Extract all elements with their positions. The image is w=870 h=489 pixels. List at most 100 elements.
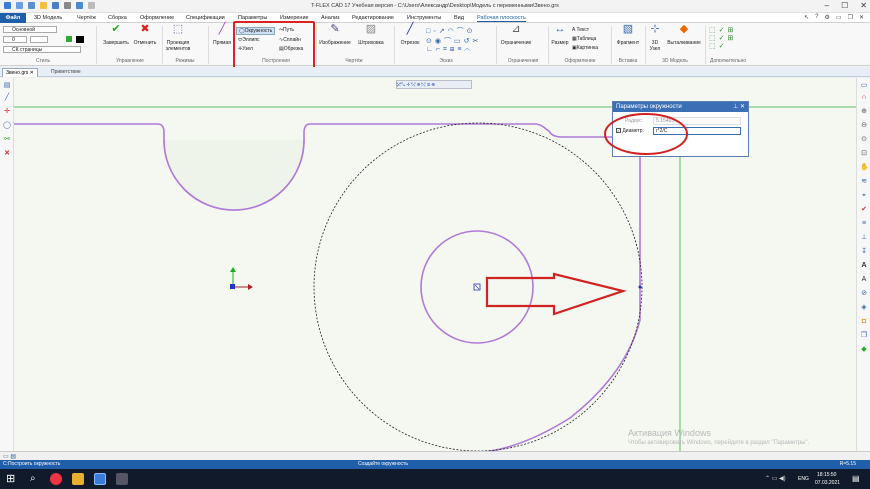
layer-value: Основной bbox=[12, 27, 35, 33]
close-doc-icon[interactable]: ✕ bbox=[859, 14, 864, 21]
sketch-tools-row1[interactable]: □◦↗◠⌒⊙ bbox=[426, 26, 476, 36]
menu-work-plane[interactable]: Рабочая плоскость bbox=[477, 15, 526, 22]
layer-select[interactable]: Основной bbox=[3, 26, 57, 33]
level-select[interactable]: 0 bbox=[3, 36, 27, 43]
menu-editing[interactable]: Редактирование bbox=[352, 15, 394, 21]
minimize-icon[interactable]: – bbox=[825, 1, 829, 10]
menu-assembly[interactable]: Сборка bbox=[108, 15, 127, 21]
extrude-button[interactable]: ◆ Выталкивание bbox=[664, 23, 704, 47]
snap-toolbar[interactable]: ⤱⤡ ✛ ⤲ ⊕ ⤲ ⊗ ⊕ bbox=[396, 80, 472, 89]
panel-icon[interactable]: ▭ bbox=[860, 82, 868, 90]
menu-analysis[interactable]: Анализ bbox=[321, 15, 340, 21]
node3d-icon: ⊹ bbox=[650, 23, 660, 35]
paint-icon[interactable]: ◘ bbox=[860, 318, 868, 326]
finish-button[interactable]: ✔ Завершить bbox=[101, 24, 131, 47]
text-tool-icon[interactable]: A bbox=[860, 262, 868, 270]
explorer-icon[interactable] bbox=[72, 473, 84, 485]
circle-tool-icon[interactable]: ◯ bbox=[3, 122, 11, 130]
y-axis-arrow-icon bbox=[230, 267, 236, 272]
fragment-button[interactable]: ▧ Фрагмент bbox=[613, 24, 643, 47]
menu-tools[interactable]: Инструменты bbox=[407, 15, 441, 21]
sketch-tools-row2[interactable]: ⊙◉⌒▭↺✂ bbox=[426, 36, 481, 46]
chrome-icon[interactable] bbox=[50, 473, 62, 485]
hatch-button[interactable]: ▨ Штриховка bbox=[354, 24, 388, 47]
maximize-icon[interactable]: ☐ bbox=[841, 1, 848, 10]
menu-specifications[interactable]: Спецификации bbox=[186, 15, 225, 21]
layers-icon[interactable]: ◈ bbox=[860, 304, 868, 312]
extrude-icon: ◆ bbox=[679, 23, 689, 35]
node3d-button[interactable]: ⊹ 3D Узел bbox=[646, 23, 664, 53]
filter-icon[interactable]: ≋ bbox=[860, 178, 868, 186]
color-icon[interactable] bbox=[66, 36, 72, 42]
segment-icon: ╱ bbox=[406, 23, 414, 35]
line-label: Прямая bbox=[213, 40, 231, 46]
hatch-tool-icon[interactable]: ⊘ bbox=[860, 290, 868, 298]
search-icon[interactable]: ⌕ bbox=[30, 473, 42, 485]
settings-icon[interactable]: ⚙ bbox=[825, 14, 830, 21]
projection-button[interactable]: ⬚ Проекция элементов bbox=[163, 24, 193, 53]
lang-indicator[interactable]: ENG bbox=[798, 476, 809, 482]
restore-icon[interactable]: ❐ bbox=[848, 14, 853, 21]
font-icon[interactable]: A bbox=[860, 276, 868, 284]
equal-icon[interactable]: ≡ bbox=[860, 220, 868, 228]
segment-button[interactable]: ╱ Отрезок bbox=[397, 23, 423, 47]
tflex-taskbar-icon[interactable] bbox=[94, 473, 106, 485]
cancel-tool-icon[interactable]: ✕ bbox=[3, 150, 11, 158]
magnet-icon[interactable]: ∩ bbox=[860, 94, 868, 102]
clock-time[interactable]: 18:15:50 bbox=[817, 472, 836, 478]
cs-select[interactable]: СК страницы bbox=[3, 46, 81, 53]
connect-tool-icon[interactable]: ⚯ bbox=[3, 136, 11, 144]
image-button[interactable]: ✎ Изображение bbox=[318, 24, 352, 47]
zoom-out-icon[interactable]: ⊖ bbox=[860, 122, 868, 130]
size-button[interactable]: ↔ Размер bbox=[550, 24, 570, 47]
picture-button[interactable]: ▣Картинка bbox=[572, 45, 598, 51]
segment-label: Отрезок bbox=[400, 40, 420, 46]
linetype-select[interactable] bbox=[30, 36, 48, 43]
constraint-button[interactable]: ⊿ Ограничение bbox=[498, 24, 534, 47]
notifications-icon[interactable]: ▤ bbox=[852, 474, 860, 483]
tab-document[interactable]: Звено.grs ✕ bbox=[2, 68, 38, 77]
color-picker[interactable] bbox=[76, 36, 84, 43]
model-icon[interactable]: ◆ bbox=[860, 346, 868, 354]
minimize-ribbon-icon[interactable]: ▭ bbox=[836, 14, 842, 21]
close-icon[interactable]: ✕ bbox=[860, 1, 867, 10]
menu-view[interactable]: Вид bbox=[454, 15, 464, 21]
pan-icon[interactable]: ✋ bbox=[860, 164, 869, 172]
finish-label: Завершить bbox=[103, 40, 129, 46]
pin-icon[interactable]: ⊥ ✕ bbox=[733, 102, 745, 112]
zoom-window-icon[interactable]: ⊡ bbox=[860, 150, 868, 158]
origin-icon bbox=[230, 284, 235, 289]
menu-drawing[interactable]: Чертёж bbox=[77, 15, 96, 21]
menu-3d-model[interactable]: 3D Модель bbox=[34, 15, 62, 21]
copy-icon[interactable]: ❐ bbox=[860, 332, 868, 340]
sketch-tools-row3[interactable]: ∟⌐⌗⊞≡⌒ bbox=[426, 46, 473, 54]
zoom-in-icon[interactable]: ⊕ bbox=[860, 108, 868, 116]
select-icon[interactable]: ⌖ bbox=[860, 192, 868, 200]
help-icon[interactable]: ? bbox=[815, 14, 818, 21]
line-tool-icon[interactable]: ╱ bbox=[3, 94, 11, 102]
menu-design[interactable]: Оформление bbox=[140, 15, 174, 21]
table-button[interactable]: ▦Таблица bbox=[572, 36, 596, 42]
check-tool-icon[interactable]: ✔ bbox=[860, 206, 868, 214]
close-tab-icon[interactable]: ✕ bbox=[30, 70, 34, 76]
measure-icon[interactable]: ↧ bbox=[860, 248, 868, 256]
tab-welcome[interactable]: Приветствие bbox=[48, 68, 84, 77]
app-taskbar-icon[interactable] bbox=[116, 473, 128, 485]
arrow-icon[interactable]: ↖ bbox=[804, 14, 809, 21]
tray-icons[interactable]: ⌃ ▭ ◀) bbox=[765, 475, 786, 482]
extra-tools[interactable]: ⬚✓⊞ ⬚✓⊞ ⬚✓ bbox=[709, 26, 736, 50]
group-insert-label: Вставка bbox=[618, 58, 638, 64]
props-icon[interactable]: ▤ bbox=[3, 82, 11, 90]
red-ellipse-annotation bbox=[604, 113, 688, 155]
windows-start-icon[interactable]: ⊞ bbox=[6, 473, 18, 485]
layout-icon[interactable]: ▭ ▤ bbox=[3, 453, 16, 460]
menu-file[interactable]: Файл bbox=[0, 13, 26, 23]
text-button[interactable]: A Текст bbox=[572, 27, 589, 33]
cancel-button[interactable]: ✖ Отменить bbox=[130, 24, 160, 47]
line-button[interactable]: ╱ Прямая bbox=[210, 24, 234, 47]
node-tool-icon[interactable]: ✛ bbox=[3, 108, 11, 116]
clock-date[interactable]: 07.03.2021 bbox=[815, 480, 840, 486]
separator bbox=[496, 26, 497, 64]
zoom-fit-icon[interactable]: ⊙ bbox=[860, 136, 868, 144]
bisector-icon[interactable]: ⊥ bbox=[860, 234, 868, 242]
